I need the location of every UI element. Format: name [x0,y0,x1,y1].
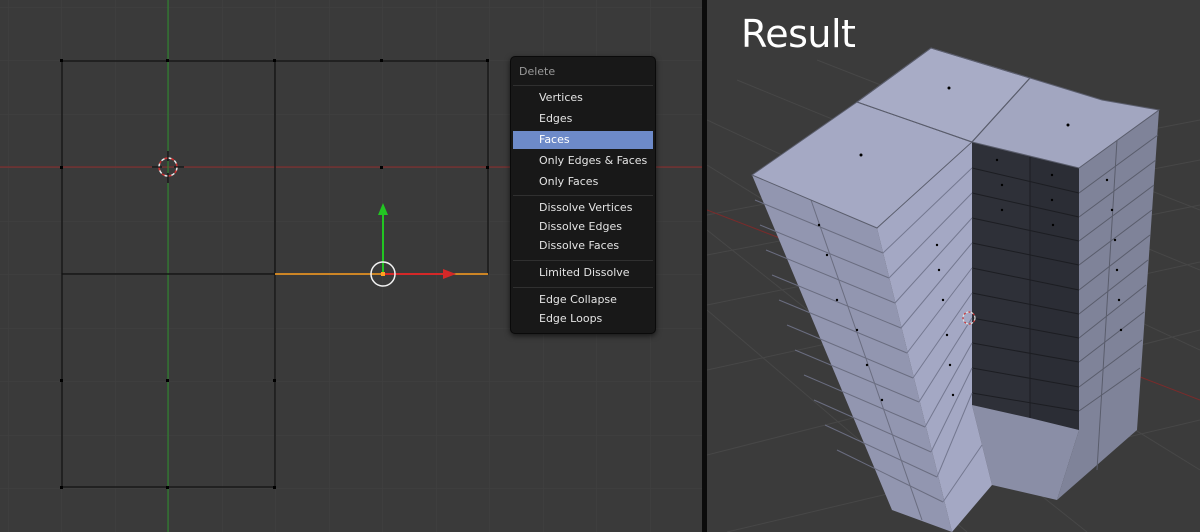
menu-divider [513,195,653,196]
viewport-top[interactable]: Delete Vertices Edges Faces Only Edges &… [0,0,702,532]
menu-item-faces[interactable]: Faces [513,131,653,149]
menu-item-dissolve-vertices[interactable]: Dissolve Vertices [513,199,653,217]
menu-item-dissolve-edges[interactable]: Dissolve Edges [513,218,653,236]
menu-item-edge-collapse[interactable]: Edge Collapse [513,291,653,309]
menu-divider [513,85,653,86]
menu-title: Delete [519,65,556,78]
menu-item-vertices[interactable]: Vertices [513,89,653,107]
menu-item-only-edges-faces[interactable]: Only Edges & Faces [513,152,653,170]
result-render [707,47,1200,532]
menu-item-only-faces[interactable]: Only Faces [513,173,653,191]
menu-divider [513,287,653,288]
menu-divider [513,260,653,261]
result-title: Result [741,12,856,56]
menu-item-edges[interactable]: Edges [513,110,653,128]
menu-item-edge-loops[interactable]: Edge Loops [513,310,653,328]
delete-menu: Delete Vertices Edges Faces Only Edges &… [510,56,656,334]
menu-item-dissolve-faces[interactable]: Dissolve Faces [513,237,653,255]
viewport-result[interactable] [707,0,1200,532]
menu-item-limited-dissolve[interactable]: Limited Dissolve [513,264,653,282]
